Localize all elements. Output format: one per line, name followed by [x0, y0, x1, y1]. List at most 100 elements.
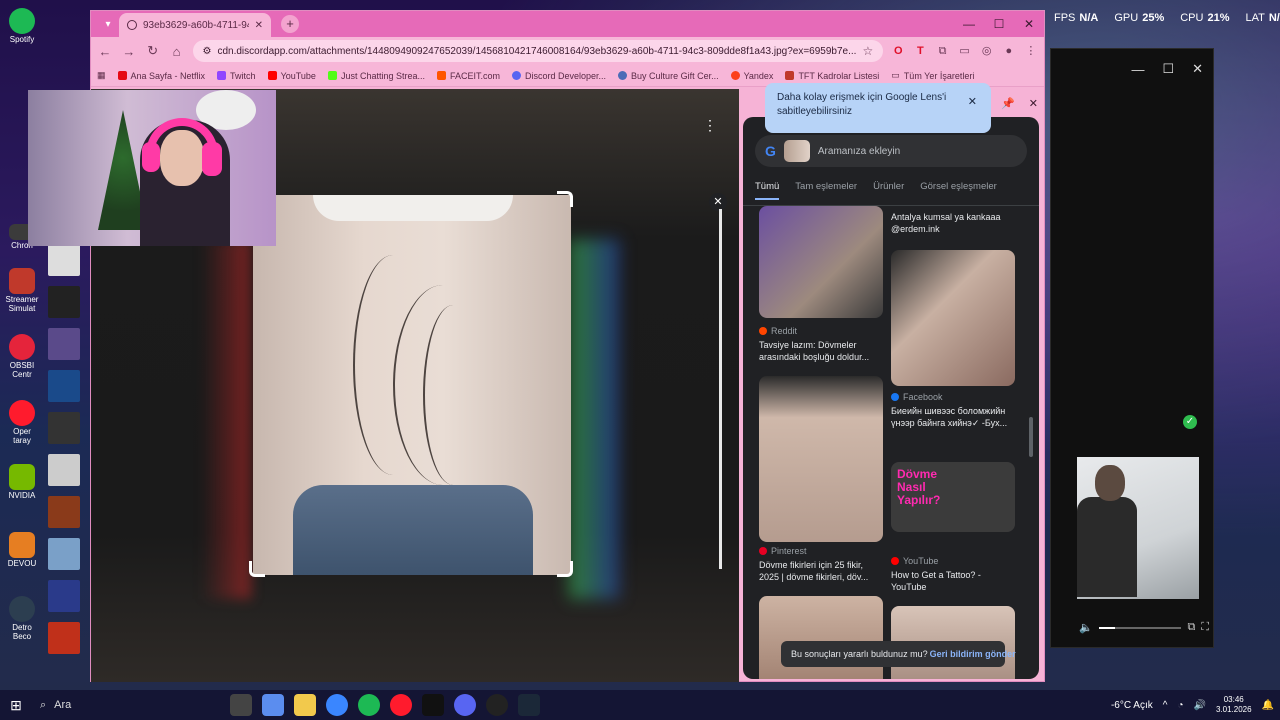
tab-search-icon[interactable]: ▾ — [97, 13, 119, 35]
close-icon[interactable]: ✕ — [1192, 61, 1203, 77]
clock[interactable]: 03:46 3.01.2026 — [1216, 695, 1252, 716]
result-title[interactable]: Tavsiye lazım: Dövmeler arasındaki boşlu… — [759, 340, 885, 363]
weather-text[interactable]: -6°C Açık — [1111, 700, 1153, 711]
lens-icon[interactable]: ◎ — [980, 43, 994, 59]
lens-search-box[interactable]: G Aramanıza ekleyin — [755, 135, 1027, 167]
tab-all[interactable]: Tümü — [755, 181, 780, 200]
query-thumbnail[interactable] — [783, 140, 810, 162]
desktop-icon-devour[interactable]: DEVOU — [4, 532, 40, 569]
windows-start-icon[interactable]: ⊞ — [0, 697, 32, 714]
home-icon[interactable]: ⌂ — [169, 44, 185, 59]
desktop-icon-obs[interactable]: OBSBI Centr — [4, 334, 40, 380]
active-tab[interactable]: 93eb3629-a60b-4711-94c3-80 ✕ — [119, 13, 271, 37]
file-explorer-icon[interactable] — [294, 694, 316, 716]
result-title[interactable]: How to Get a Tattoo? - YouTube — [891, 570, 1017, 593]
spotify-taskbar-icon[interactable] — [358, 694, 380, 716]
chevron-up-icon[interactable]: ^ — [1163, 700, 1168, 711]
forward-icon[interactable]: → — [121, 44, 137, 59]
opera-taskbar-icon[interactable] — [390, 694, 412, 716]
copilot-icon[interactable] — [262, 694, 284, 716]
volume-icon[interactable]: 🔈 — [1079, 621, 1093, 634]
desktop-icon-spotify[interactable]: Spotify — [4, 8, 40, 45]
result-image-reddit[interactable] — [759, 206, 883, 318]
bookmark-tft[interactable]: TFT Kadrolar Listesi — [785, 71, 879, 81]
extensions-icon[interactable]: ⧉ — [935, 43, 949, 59]
thumbnail[interactable] — [48, 328, 80, 360]
bookmark-culture-gift[interactable]: Buy Culture Gift Cer... — [618, 71, 719, 81]
crop-handle-bottom-right[interactable] — [557, 561, 573, 577]
taskbar-search[interactable]: ⌕ Ara — [32, 693, 222, 717]
viewer-close-icon[interactable]: ✕ — [709, 193, 727, 211]
result-title[interactable]: Antalya kumsal ya kankaaa @erdem.ink — [891, 212, 1017, 235]
address-bar[interactable]: ⚙ cdn.discordapp.com/attachments/1448094… — [192, 40, 884, 62]
minimize-icon[interactable]: — — [1131, 62, 1144, 77]
thumbnail[interactable] — [48, 286, 80, 318]
bookmark-twitch[interactable]: Twitch — [217, 71, 256, 81]
back-icon[interactable]: ← — [97, 44, 113, 59]
opera-extension-icon[interactable]: O — [891, 43, 905, 59]
new-tab-button[interactable]: + — [281, 15, 299, 33]
obs-taskbar-icon[interactable] — [486, 694, 508, 716]
volume-icon[interactable]: 🔊 — [1194, 700, 1206, 711]
desktop-icon-nvidia[interactable]: NVIDIA — [4, 464, 40, 501]
feedback-link[interactable]: Geri bildirim gönder — [930, 649, 1016, 659]
split-view-icon[interactable]: ▭ — [958, 43, 972, 59]
panel-close-icon[interactable]: ✕ — [1029, 97, 1038, 110]
bookmark-all[interactable]: ▭ Tüm Yer İşaretleri — [891, 70, 974, 81]
crop-handle-top-right[interactable] — [557, 191, 573, 207]
result-title[interactable]: Биеийн шивээс боломжийн үнээр байнга хий… — [891, 406, 1017, 429]
terminal-icon[interactable] — [422, 694, 444, 716]
viewer-scrollbar[interactable] — [719, 209, 722, 569]
result-image-facebook[interactable] — [891, 250, 1015, 386]
bookmark-faceit[interactable]: FACEIT.com — [436, 71, 500, 81]
reload-icon[interactable]: ↻ — [145, 43, 161, 59]
bookmark-youtube[interactable]: YouTube — [267, 71, 316, 81]
tab-exact-matches[interactable]: Tam eşlemeler — [795, 181, 857, 200]
bookmark-kick[interactable]: Just Chatting Strea... — [327, 71, 425, 81]
profile-avatar[interactable]: ● — [1002, 43, 1016, 59]
desktop-icon-opera[interactable]: Oper taray — [4, 400, 40, 446]
result-image-pinterest[interactable] — [759, 376, 883, 542]
chrome-taskbar-icon[interactable] — [326, 694, 348, 716]
pip-icon[interactable]: ⧉ — [1187, 621, 1195, 634]
thumbnail[interactable] — [48, 454, 80, 486]
result-image-youtube[interactable]: Dövme Nasıl Yapılır? — [891, 462, 1015, 532]
thumbnail[interactable] — [48, 370, 80, 402]
discord-taskbar-icon[interactable] — [454, 694, 476, 716]
apps-grid-icon[interactable]: ▦ — [97, 70, 106, 81]
maximize-icon[interactable]: ☐ — [1162, 61, 1174, 77]
tab-visual-matches[interactable]: Görsel eşleşmeler — [920, 181, 997, 200]
site-info-icon[interactable]: ⚙ — [203, 46, 212, 57]
close-button[interactable]: ✕ — [1014, 11, 1044, 37]
translate-extension-icon[interactable]: T — [913, 43, 927, 59]
tab-close-icon[interactable]: ✕ — [255, 20, 263, 31]
volume-slider[interactable] — [1098, 626, 1182, 629]
video-thumbnail[interactable] — [1077, 457, 1199, 599]
network-icon[interactable]: ◔ — [1177, 700, 1183, 711]
desktop-icon-detroit[interactable]: Detro Beco — [4, 596, 40, 642]
thumbnail[interactable] — [48, 538, 80, 570]
bookmark-star-icon[interactable]: ☆ — [862, 44, 873, 58]
bookmark-netflix[interactable]: Ana Sayfa - Netflix — [117, 71, 205, 81]
thumbnail[interactable] — [48, 412, 80, 444]
tab-products[interactable]: Ürünler — [873, 181, 904, 200]
minimize-button[interactable]: — — [954, 11, 984, 37]
thumbnail[interactable] — [48, 580, 80, 612]
thumbnail[interactable] — [48, 496, 80, 528]
pin-icon[interactable]: 📌 — [1001, 97, 1015, 110]
desktop-icon-streamer-simulator[interactable]: Streamer Simulat — [4, 268, 40, 314]
viewer-more-icon[interactable]: ⋮ — [703, 117, 717, 134]
tattoo-photo[interactable] — [253, 195, 571, 575]
bookmark-discord-dev[interactable]: Discord Developer... — [512, 71, 606, 81]
tooltip-close-icon[interactable]: ✕ — [968, 95, 977, 110]
notification-icon[interactable]: 🔔 — [1262, 700, 1274, 711]
maximize-button[interactable]: ☐ — [984, 11, 1014, 37]
steam-taskbar-icon[interactable] — [518, 694, 540, 716]
thumbnail[interactable] — [48, 622, 80, 654]
fullscreen-icon[interactable]: ⛶ — [1201, 621, 1209, 634]
result-title[interactable]: Dövme fikirleri için 25 fikir, 2025 | dö… — [759, 560, 885, 583]
video-player-window[interactable]: — ☐ ✕ ✓ 🔈 ⧉ ⛶ — [1050, 48, 1214, 648]
bookmark-yandex[interactable]: Yandex — [730, 71, 773, 81]
lens-scrollbar[interactable] — [1029, 417, 1033, 457]
menu-kebab-icon[interactable]: ⋮ — [1024, 43, 1038, 59]
